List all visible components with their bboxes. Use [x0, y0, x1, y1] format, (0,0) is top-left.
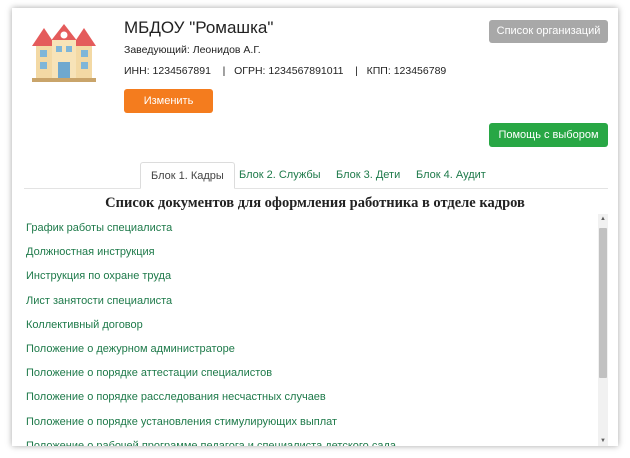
org-identifiers: ИНН: 1234567891 | ОГРН: 1234567891011 | … — [124, 65, 447, 77]
tab-block-2[interactable]: Блок 2. Службы — [229, 162, 331, 189]
tab-block-4[interactable]: Блок 4. Аудит — [406, 162, 496, 189]
document-link[interactable]: Положение о дежурном администраторе — [26, 335, 598, 359]
document-link[interactable]: Положение о порядке расследования несчас… — [26, 383, 598, 407]
document-link[interactable]: Инструкция по охране труда — [26, 262, 598, 286]
director-info: Заведующий: Леонидов А.Г. — [124, 44, 261, 56]
list-scrollbar[interactable]: ▲ ▼ — [598, 214, 608, 446]
scroll-up-arrow-icon[interactable]: ▲ — [598, 214, 608, 224]
document-list-title: Список документов для оформления работни… — [105, 195, 525, 211]
document-link[interactable]: График работы специалиста — [26, 214, 598, 238]
edit-button[interactable]: Изменить — [124, 89, 213, 113]
tab-block-1[interactable]: Блок 1. Кадры — [140, 162, 235, 189]
org-name: МБДОУ "Ромашка" — [124, 18, 274, 37]
scroll-thumb[interactable] — [599, 228, 607, 378]
document-link[interactable]: Положение о порядке аттестации специалис… — [26, 359, 598, 383]
document-link[interactable]: Должностная инструкция — [26, 238, 598, 262]
document-link[interactable]: Положение о рабочей программе педагога и… — [26, 432, 598, 446]
document-link[interactable]: Коллективный договор — [26, 311, 598, 335]
help-choose-button[interactable]: Помощь с выбором — [489, 123, 608, 147]
main-panel: МБДОУ "Ромашка" Заведующий: Леонидов А.Г… — [12, 8, 618, 446]
document-list: График работы специалиста Должностная ин… — [26, 214, 598, 446]
scroll-down-arrow-icon[interactable]: ▼ — [598, 436, 608, 446]
document-link[interactable]: Лист занятости специалиста — [26, 287, 598, 311]
building-icon — [32, 24, 96, 82]
tab-block-3[interactable]: Блок 3. Дети — [326, 162, 410, 189]
org-list-button[interactable]: Список организаций — [489, 20, 608, 43]
document-link[interactable]: Положение о порядке установления стимули… — [26, 408, 598, 432]
